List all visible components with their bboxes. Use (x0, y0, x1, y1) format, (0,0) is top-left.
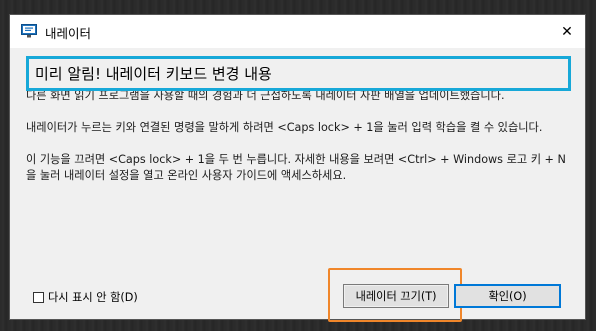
dont-show-again-checkbox[interactable] (33, 291, 44, 303)
narrator-app-icon (21, 23, 37, 38)
dont-show-again-label: 다시 표시 안 함(D) (48, 291, 138, 304)
title-bar[interactable]: 내레이터 ✕ (10, 15, 585, 48)
narrator-dialog: 내레이터 ✕ 미리 알림! 내레이터 키보드 변경 내용 다른 화면 읽기 프로… (9, 14, 586, 322)
dont-show-again-option[interactable]: 다시 표시 안 함(D) (33, 289, 138, 305)
dialog-heading: 미리 알림! 내레이터 키보드 변경 내용 (35, 65, 272, 83)
ok-button[interactable]: 확인(O) (454, 284, 561, 308)
paragraph-turn-off-info: 이 기능을 끄려면 <Caps lock> + 1을 두 번 누릅니다. 자세한… (26, 153, 566, 182)
heading-highlight-frame: 미리 알림! 내레이터 키보드 변경 내용 (26, 56, 571, 91)
window-title: 내레이터 (45, 26, 92, 41)
dialog-body: 다른 화면 읽기 프로그램을 사용할 때의 경험과 더 근접하도록 내레이터 자… (26, 88, 566, 200)
close-icon: ✕ (561, 23, 573, 40)
paragraph-input-learning: 내레이터가 누르는 키와 연결된 명령을 말하게 하려면 <Caps lock>… (26, 121, 543, 134)
turn-off-narrator-button[interactable]: 내레이터 끄기(T) (343, 284, 449, 308)
close-button[interactable]: ✕ (549, 15, 585, 48)
